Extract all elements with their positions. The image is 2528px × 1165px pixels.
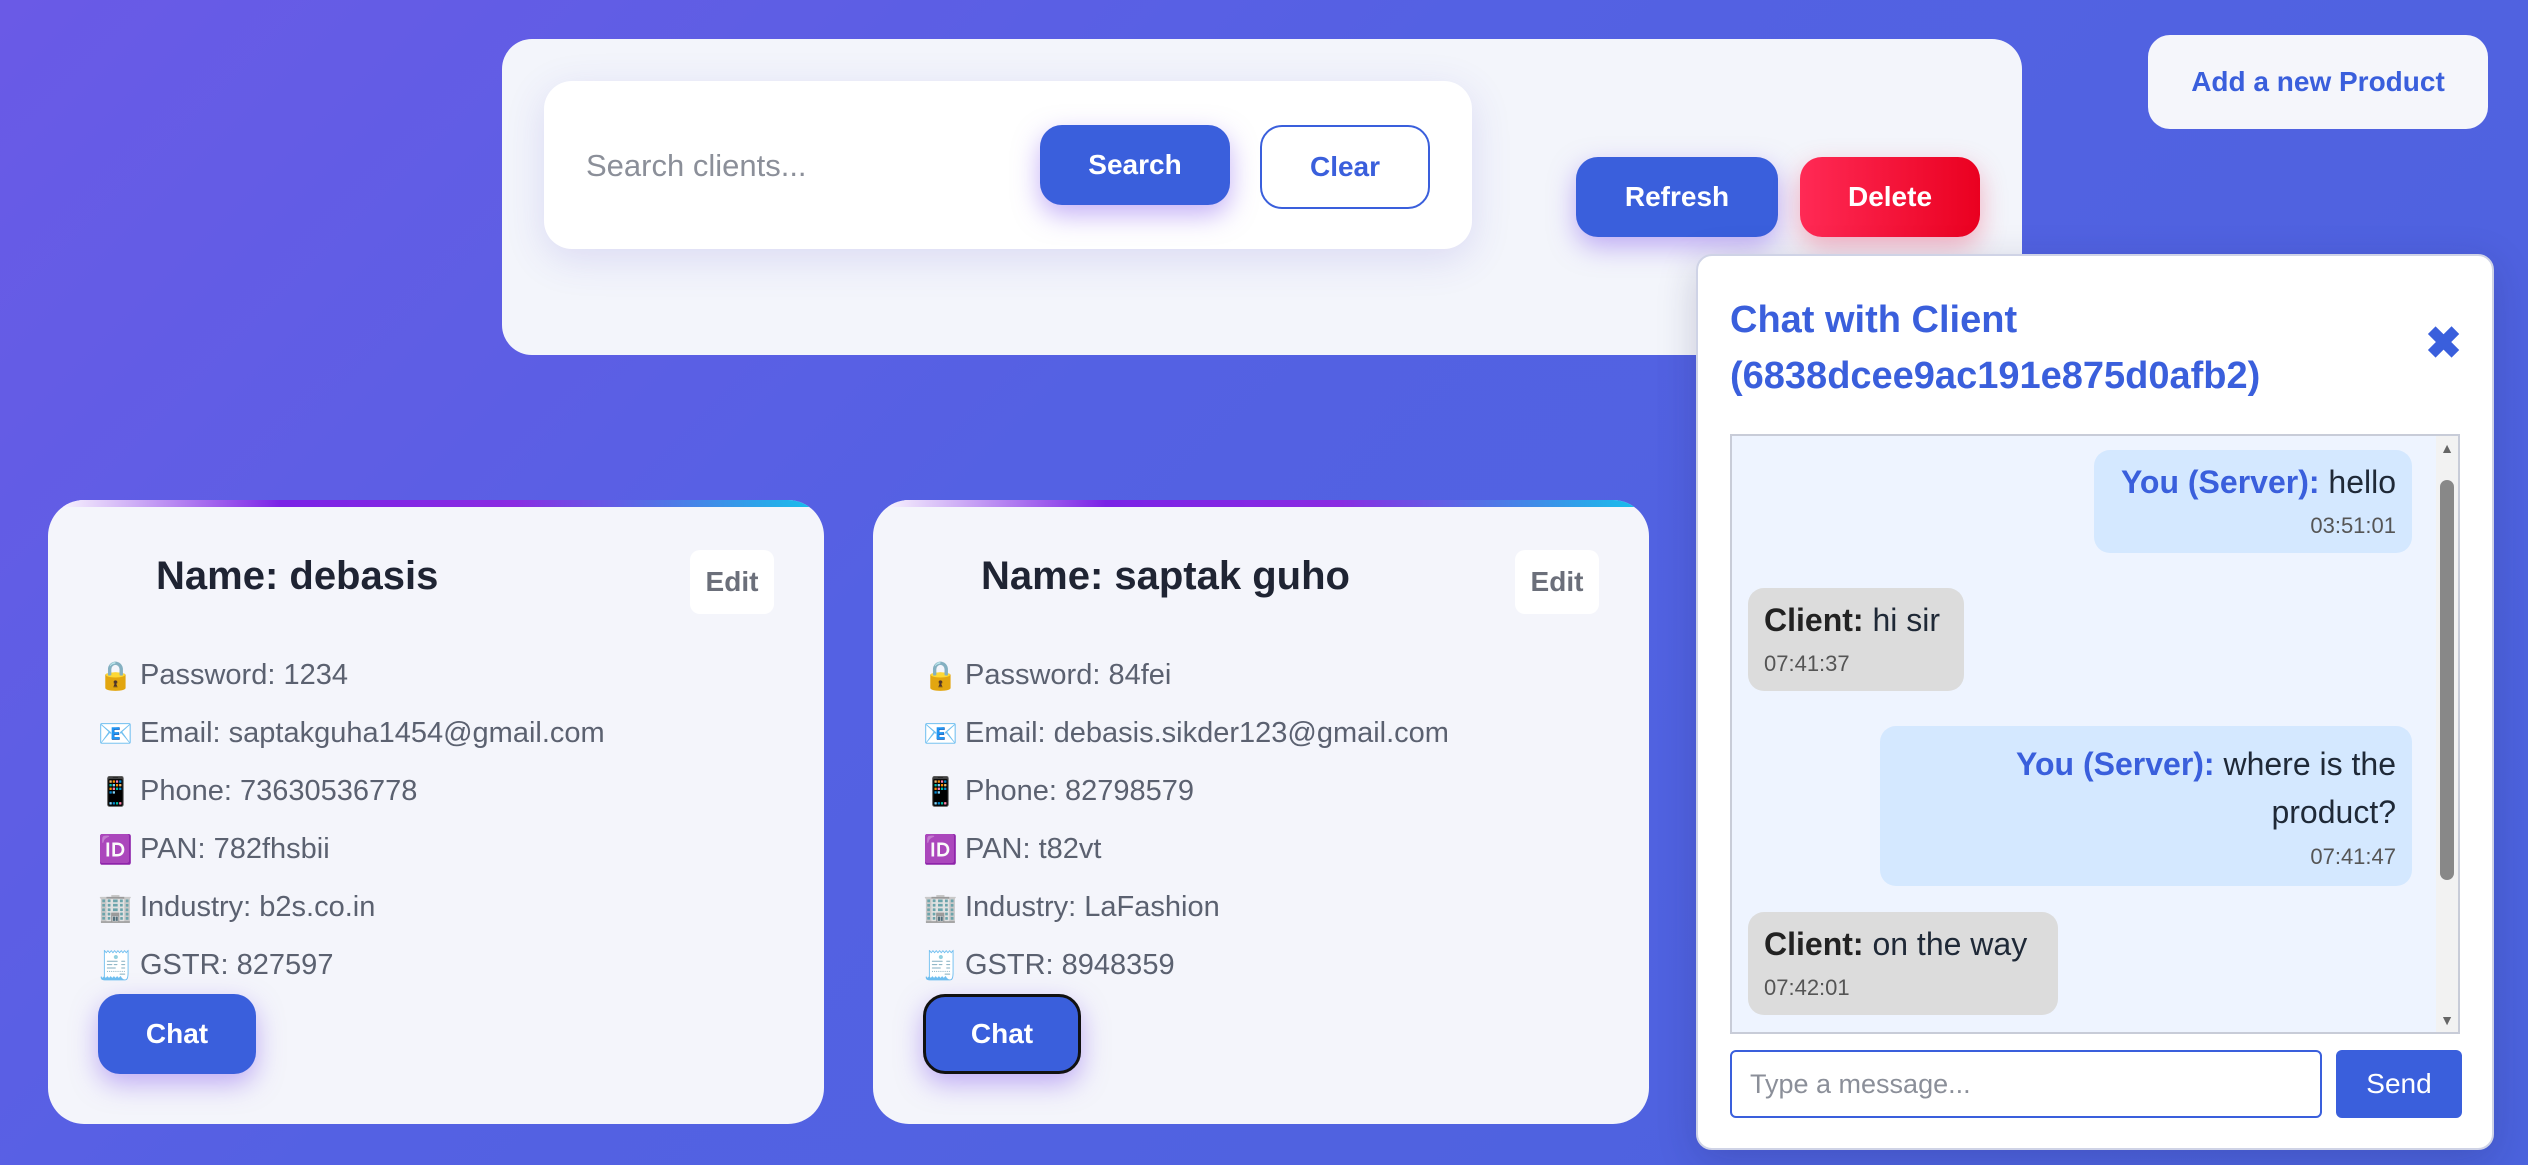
gstr-text: GSTR: 8948359 [965, 948, 1175, 981]
receipt-icon: 🧾 [923, 949, 958, 981]
chat-message: Client: hi sir 07:41:37 [1748, 588, 1964, 691]
building-icon: 🏢 [98, 891, 133, 923]
gstr-field: 🧾 GSTR: 8948359 [923, 936, 1449, 994]
gstr-text: GSTR: 827597 [140, 948, 334, 981]
chat-messages[interactable]: You (Server): hello 03:51:01 Client: hi … [1730, 434, 2460, 1034]
industry-field: 🏢 Industry: LaFashion [923, 878, 1449, 936]
phone-icon: 📱 [98, 775, 133, 807]
send-button[interactable]: Send [2336, 1050, 2462, 1118]
chat-panel: Chat with Client (6838dcee9ac191e875d0af… [1696, 254, 2494, 1150]
client-name: Name: debasis [156, 554, 439, 598]
phone-text: Phone: 82798579 [965, 774, 1194, 807]
scroll-down-arrow-icon[interactable]: ▼ [2440, 1012, 2454, 1028]
industry-text: Industry: b2s.co.in [140, 890, 376, 923]
pan-field: 🆔 PAN: t82vt [923, 820, 1449, 878]
phone-text: Phone: 73630536778 [140, 774, 418, 807]
chat-message: You (Server): hello 03:51:01 [2094, 450, 2412, 553]
message-time: 07:42:01 [1764, 975, 1850, 1000]
message-text: hello [2328, 464, 2396, 500]
message-sender: Client: [1764, 926, 1864, 962]
message-input[interactable] [1730, 1050, 2322, 1118]
industry-field: 🏢 Industry: b2s.co.in [98, 878, 605, 936]
email-field: 📧 Email: saptakguha1454@gmail.com [98, 704, 605, 762]
chat-message: You (Server): where is the product? 07:4… [1880, 726, 2412, 886]
message-time: 07:41:37 [1764, 651, 1850, 676]
edit-button[interactable]: Edit [1515, 550, 1599, 614]
edit-button[interactable]: Edit [690, 550, 774, 614]
id-icon: 🆔 [923, 833, 958, 865]
password-field: 🔒 Password: 84fei [923, 646, 1449, 704]
email-field: 📧 Email: debasis.sikder123@gmail.com [923, 704, 1449, 762]
lock-icon: 🔒 [98, 659, 133, 691]
scrollbar-thumb[interactable] [2440, 480, 2454, 880]
add-product-button[interactable]: Add a new Product [2148, 35, 2488, 129]
chat-message: Client: on the way 07:42:01 [1748, 912, 2058, 1015]
close-icon[interactable]: ✖ [2425, 318, 2462, 369]
delete-button[interactable]: Delete [1800, 157, 1980, 237]
client-card: Name: saptak guho Edit 🔒 Password: 84fei… [873, 500, 1649, 1124]
message-time: 03:51:01 [2310, 513, 2396, 538]
scroll-up-arrow-icon[interactable]: ▲ [2440, 440, 2454, 456]
client-card: Name: debasis Edit 🔒 Password: 1234 📧 Em… [48, 500, 824, 1124]
client-fields: 🔒 Password: 1234 📧 Email: saptakguha1454… [98, 646, 605, 994]
message-text: hi sir [1872, 602, 1940, 638]
message-text: on the way [1872, 926, 2028, 962]
client-name: Name: saptak guho [981, 554, 1350, 598]
search-input[interactable] [574, 121, 1014, 211]
message-sender: You (Server): [2016, 746, 2215, 782]
message-sender: You (Server): [2120, 464, 2320, 500]
chat-scrollbar[interactable]: ▲ ▼ [2436, 436, 2458, 1032]
password-text: Password: 84fei [965, 658, 1172, 691]
client-fields: 🔒 Password: 84fei 📧 Email: debasis.sikde… [923, 646, 1449, 994]
email-text: Email: debasis.sikder123@gmail.com [965, 716, 1449, 749]
gstr-field: 🧾 GSTR: 827597 [98, 936, 605, 994]
phone-icon: 📱 [923, 775, 958, 807]
password-text: Password: 1234 [140, 658, 348, 691]
email-icon: 📧 [923, 717, 958, 749]
chat-title: Chat with Client (6838dcee9ac191e875d0af… [1730, 299, 2261, 397]
pan-text: PAN: t82vt [965, 832, 1102, 865]
email-icon: 📧 [98, 717, 133, 749]
phone-field: 📱 Phone: 73630536778 [98, 762, 605, 820]
search-box: Search Clear [544, 81, 1472, 249]
clear-button[interactable]: Clear [1260, 125, 1430, 209]
email-text: Email: saptakguha1454@gmail.com [140, 716, 605, 749]
phone-field: 📱 Phone: 82798579 [923, 762, 1449, 820]
pan-text: PAN: 782fhsbii [140, 832, 330, 865]
building-icon: 🏢 [923, 891, 958, 923]
message-text: where is the product? [2223, 746, 2396, 830]
refresh-button[interactable]: Refresh [1576, 157, 1778, 237]
message-sender: Client: [1764, 602, 1864, 638]
industry-text: Industry: LaFashion [965, 890, 1220, 923]
receipt-icon: 🧾 [98, 949, 133, 981]
pan-field: 🆔 PAN: 782fhsbii [98, 820, 605, 878]
chat-button[interactable]: Chat [923, 994, 1081, 1074]
password-field: 🔒 Password: 1234 [98, 646, 605, 704]
id-icon: 🆔 [98, 833, 133, 865]
search-button[interactable]: Search [1040, 125, 1230, 205]
message-time: 07:41:47 [2310, 844, 2396, 869]
lock-icon: 🔒 [923, 659, 958, 691]
chat-button[interactable]: Chat [98, 994, 256, 1074]
